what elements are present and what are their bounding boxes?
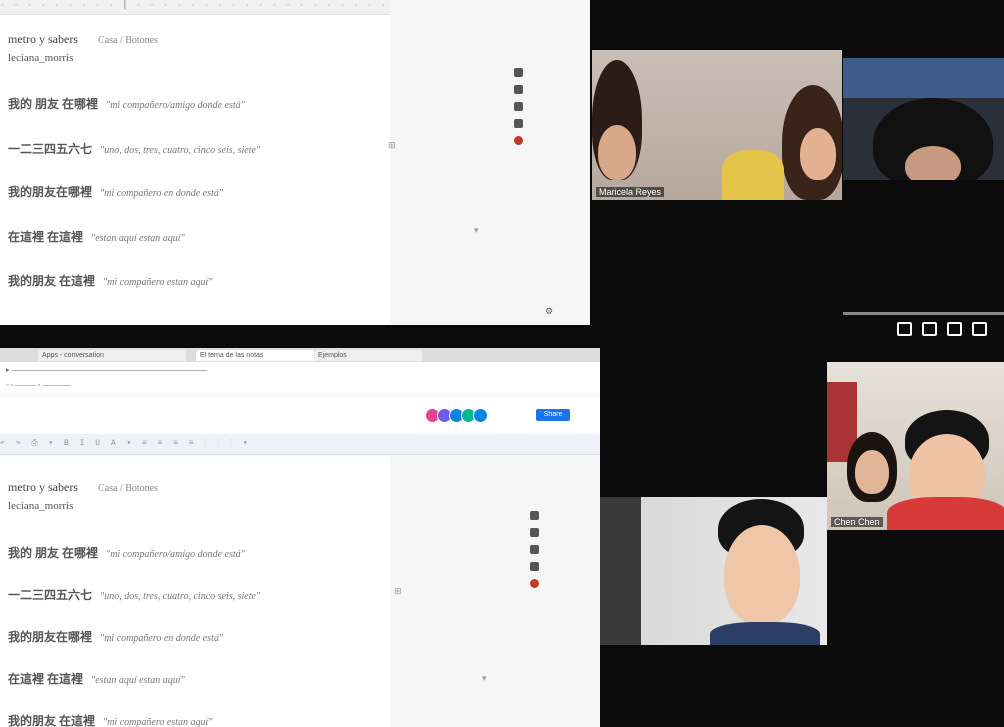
participant-name: Maricela Reyes	[596, 187, 665, 197]
doc-line: 在這裡 在這裡 "estan aquí estan aquí"	[8, 230, 185, 244]
person-shirt	[710, 622, 820, 645]
video-tile[interactable]: Chen Chen	[827, 362, 1004, 530]
browser-window-bottom: Apps - conversation El tema de las notas…	[0, 348, 600, 727]
doc-line: 我的朋友 在這裡 "mi compañero estan aquí"	[8, 274, 213, 288]
doc-line: 我的朋友在哪裡 "mi compañero en donde está"	[8, 185, 224, 199]
collaborator-avatars	[425, 408, 488, 423]
doc-line: 在這裡 在這裡 "estan aquí estan aquí"	[8, 672, 185, 686]
person-face	[855, 450, 889, 494]
divider	[843, 312, 1004, 315]
doc-line: 一二三四五六七 "uno, dos, tres, cuatro, cinco se…	[8, 142, 261, 156]
person-face	[724, 525, 800, 625]
formatting-toolbar[interactable]: ↶ ↷ ⎙ ▾ B I U A ▾ ≡ ≡ ≡ ≡ ⋮ ⋮ ⋮ ▾	[0, 434, 600, 455]
doc-title: metro y sabers Casa / Botones	[8, 32, 158, 46]
canvas-gutter	[390, 456, 600, 727]
doc-line: 我的 朋友 在哪裡 "mi compañero/amigo donde está"	[8, 546, 245, 560]
expand-icon[interactable]	[513, 68, 523, 77]
pin-icon[interactable]	[513, 136, 523, 145]
person-face	[598, 125, 636, 180]
address-bar[interactable]: ▸ ————————————————————————————	[0, 362, 600, 381]
help-icon[interactable]: ⚙	[545, 306, 553, 317]
doc-author: leciana_morris	[8, 500, 74, 512]
document-page[interactable]: metro y sabers Casa / Botones leciana_mor…	[0, 456, 390, 727]
participant-name: Chen Chen	[831, 517, 883, 527]
move-icon[interactable]	[529, 545, 539, 554]
video-tile[interactable]: Maricela Reyes	[592, 50, 842, 200]
expand-icon[interactable]	[529, 511, 539, 520]
window-icon[interactable]	[947, 322, 962, 336]
browser-tab[interactable]: Ejemplos	[314, 350, 422, 361]
floating-tools	[527, 511, 541, 588]
tab-strip: Apps - conversation El tema de las notas…	[0, 348, 600, 362]
person-face	[905, 146, 961, 180]
browser-tab[interactable]: Apps - conversation	[38, 350, 186, 361]
cursor-icon: ▾	[474, 225, 479, 235]
person-face	[800, 128, 836, 180]
palette-icon[interactable]	[529, 562, 539, 571]
person-shirt	[887, 497, 1004, 530]
share-button[interactable]: Share	[536, 409, 570, 421]
doc-line: 我的朋友 在這裡 "mi compañero estan aquí"	[8, 714, 213, 727]
avatar[interactable]	[473, 408, 488, 423]
comment-icon[interactable]: ⊞	[394, 586, 402, 597]
doc-line: 我的朋友在哪裡 "mi compañero en donde está"	[8, 630, 224, 644]
grid-icon[interactable]	[529, 528, 539, 537]
comment-icon[interactable]: ⊞	[388, 140, 396, 151]
doc-menu-bar	[0, 398, 600, 434]
share-screen-icon[interactable]	[897, 322, 912, 336]
grid-icon[interactable]	[513, 85, 523, 94]
meeting-controls	[897, 322, 987, 336]
document-page[interactable]: · · · · · · · · · ┃ · · · · · · · · · · …	[0, 0, 390, 325]
object-yellow	[722, 150, 784, 200]
document-pane-top: · · · · · · · · · ┃ · · · · · · · · · · …	[0, 0, 590, 325]
layout-icon[interactable]	[972, 322, 987, 336]
pin-icon[interactable]	[529, 579, 539, 588]
camera-icon[interactable]	[922, 322, 937, 336]
move-icon[interactable]	[513, 102, 523, 111]
floating-tools	[511, 68, 525, 145]
doc-line: 一二三四五六七 "uno, dos, tres, cuatro, cinco se…	[8, 588, 261, 602]
video-tile[interactable]	[600, 497, 827, 645]
canvas-gutter	[390, 0, 590, 325]
cursor-icon: ▾	[482, 673, 487, 683]
doc-line: 我的 朋友 在哪裡 "mi compañero/amigo donde está"	[8, 97, 245, 111]
bookmarks-bar: ▫ ▫ ——— ▫ ————	[0, 380, 600, 392]
doc-title: metro y sabers Casa / Botones	[8, 480, 158, 494]
ruler: · · · · · · · · · ┃ · · · · · · · · · · …	[0, 0, 390, 15]
video-tile[interactable]	[843, 58, 1004, 180]
browser-tab[interactable]: El tema de las notas	[196, 350, 314, 361]
palette-icon[interactable]	[513, 119, 523, 128]
video-background	[843, 58, 1004, 98]
doc-author: leciana_morris	[8, 52, 74, 64]
